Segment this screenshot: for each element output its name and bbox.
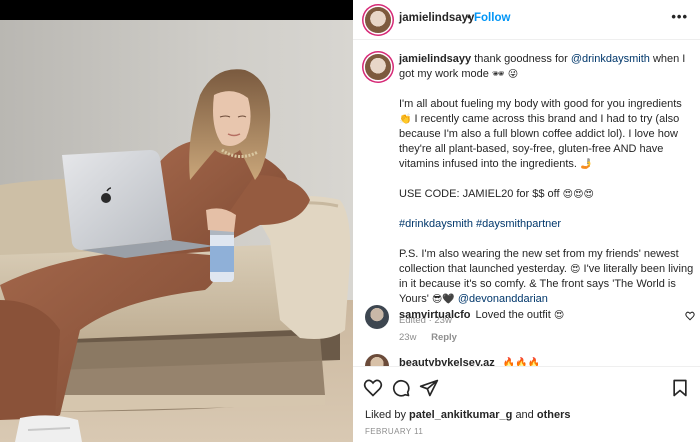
caption-hashtags[interactable]: #drinkdaysmith #daysmithpartner: [399, 218, 561, 230]
post-actions-bar: Liked by patel_ankitkumar_g and others F…: [353, 366, 700, 442]
reply-button[interactable]: Reply: [431, 332, 457, 343]
comment-icon[interactable]: [391, 378, 411, 398]
post-detail-panel: jamielindsayy • Follow ••• jamielindsayy…: [353, 0, 700, 442]
caption-username[interactable]: jamielindsayy: [399, 53, 471, 65]
caption-code-emoji: 😍😍😍: [562, 189, 594, 200]
caption-para2-emoji-b: 🤳: [580, 159, 593, 170]
caption-ps-emoji-a: 😍: [570, 264, 581, 275]
mention-drinkdaysmith[interactable]: @drinkdaysmith: [571, 53, 650, 65]
post-photo[interactable]: [0, 0, 353, 442]
author-username[interactable]: jamielindsayy: [399, 12, 474, 24]
liked-by-prefix: Liked by: [365, 409, 406, 421]
comment-body: Loved the outfit: [475, 309, 551, 321]
caption-author-avatar[interactable]: [365, 54, 391, 80]
author-avatar[interactable]: [365, 7, 391, 33]
post-photo-illustration: [0, 0, 353, 442]
comment-time: 23w: [399, 332, 417, 343]
post-date: FEBRUARY 11: [365, 427, 424, 436]
comment-meta: 23w Reply: [399, 332, 469, 343]
liked-by-and: and: [515, 409, 534, 421]
mention-devonanddarian[interactable]: @devonanddarian: [458, 293, 548, 305]
post-header: jamielindsayy • Follow •••: [353, 0, 700, 40]
comment-emoji: 😍: [553, 310, 565, 321]
comment-item: samvirtualcfo Loved the outfit 😍 23w Repl…: [365, 305, 695, 345]
caption-para2b: I recently came across this brand and I …: [399, 113, 680, 170]
caption-text: jamielindsayy thank goodness for @drinkd…: [399, 52, 695, 328]
caption-ps-emoji-b: 😎🖤: [431, 294, 455, 305]
bookmark-icon[interactable]: [670, 378, 690, 398]
liked-by-others[interactable]: others: [537, 409, 571, 421]
caption-line1-emoji: 🕶 😜: [491, 69, 519, 80]
commenter-avatar[interactable]: [365, 305, 389, 329]
comment-like-heart-icon[interactable]: [685, 311, 695, 321]
share-icon[interactable]: [419, 378, 439, 398]
follow-button[interactable]: Follow: [474, 12, 510, 24]
liked-by-text: Liked by patel_ankitkumar_g and others: [365, 409, 570, 421]
caption-code-line: USE CODE: JAMIEL20 for $$ off: [399, 188, 560, 200]
caption-line1-pre: thank goodness for: [474, 53, 568, 65]
commenter-username[interactable]: samvirtualcfo: [399, 309, 471, 321]
liked-by-user[interactable]: patel_ankitkumar_g: [409, 409, 512, 421]
caption-para2: I'm all about fueling my body with good …: [399, 98, 682, 110]
caption-para2-emoji-a: 👏: [399, 114, 412, 125]
more-options-icon[interactable]: •••: [671, 9, 688, 24]
separator-dot: •: [467, 10, 472, 24]
heart-icon[interactable]: [363, 378, 383, 398]
comment-text: samvirtualcfo Loved the outfit 😍: [399, 309, 564, 321]
